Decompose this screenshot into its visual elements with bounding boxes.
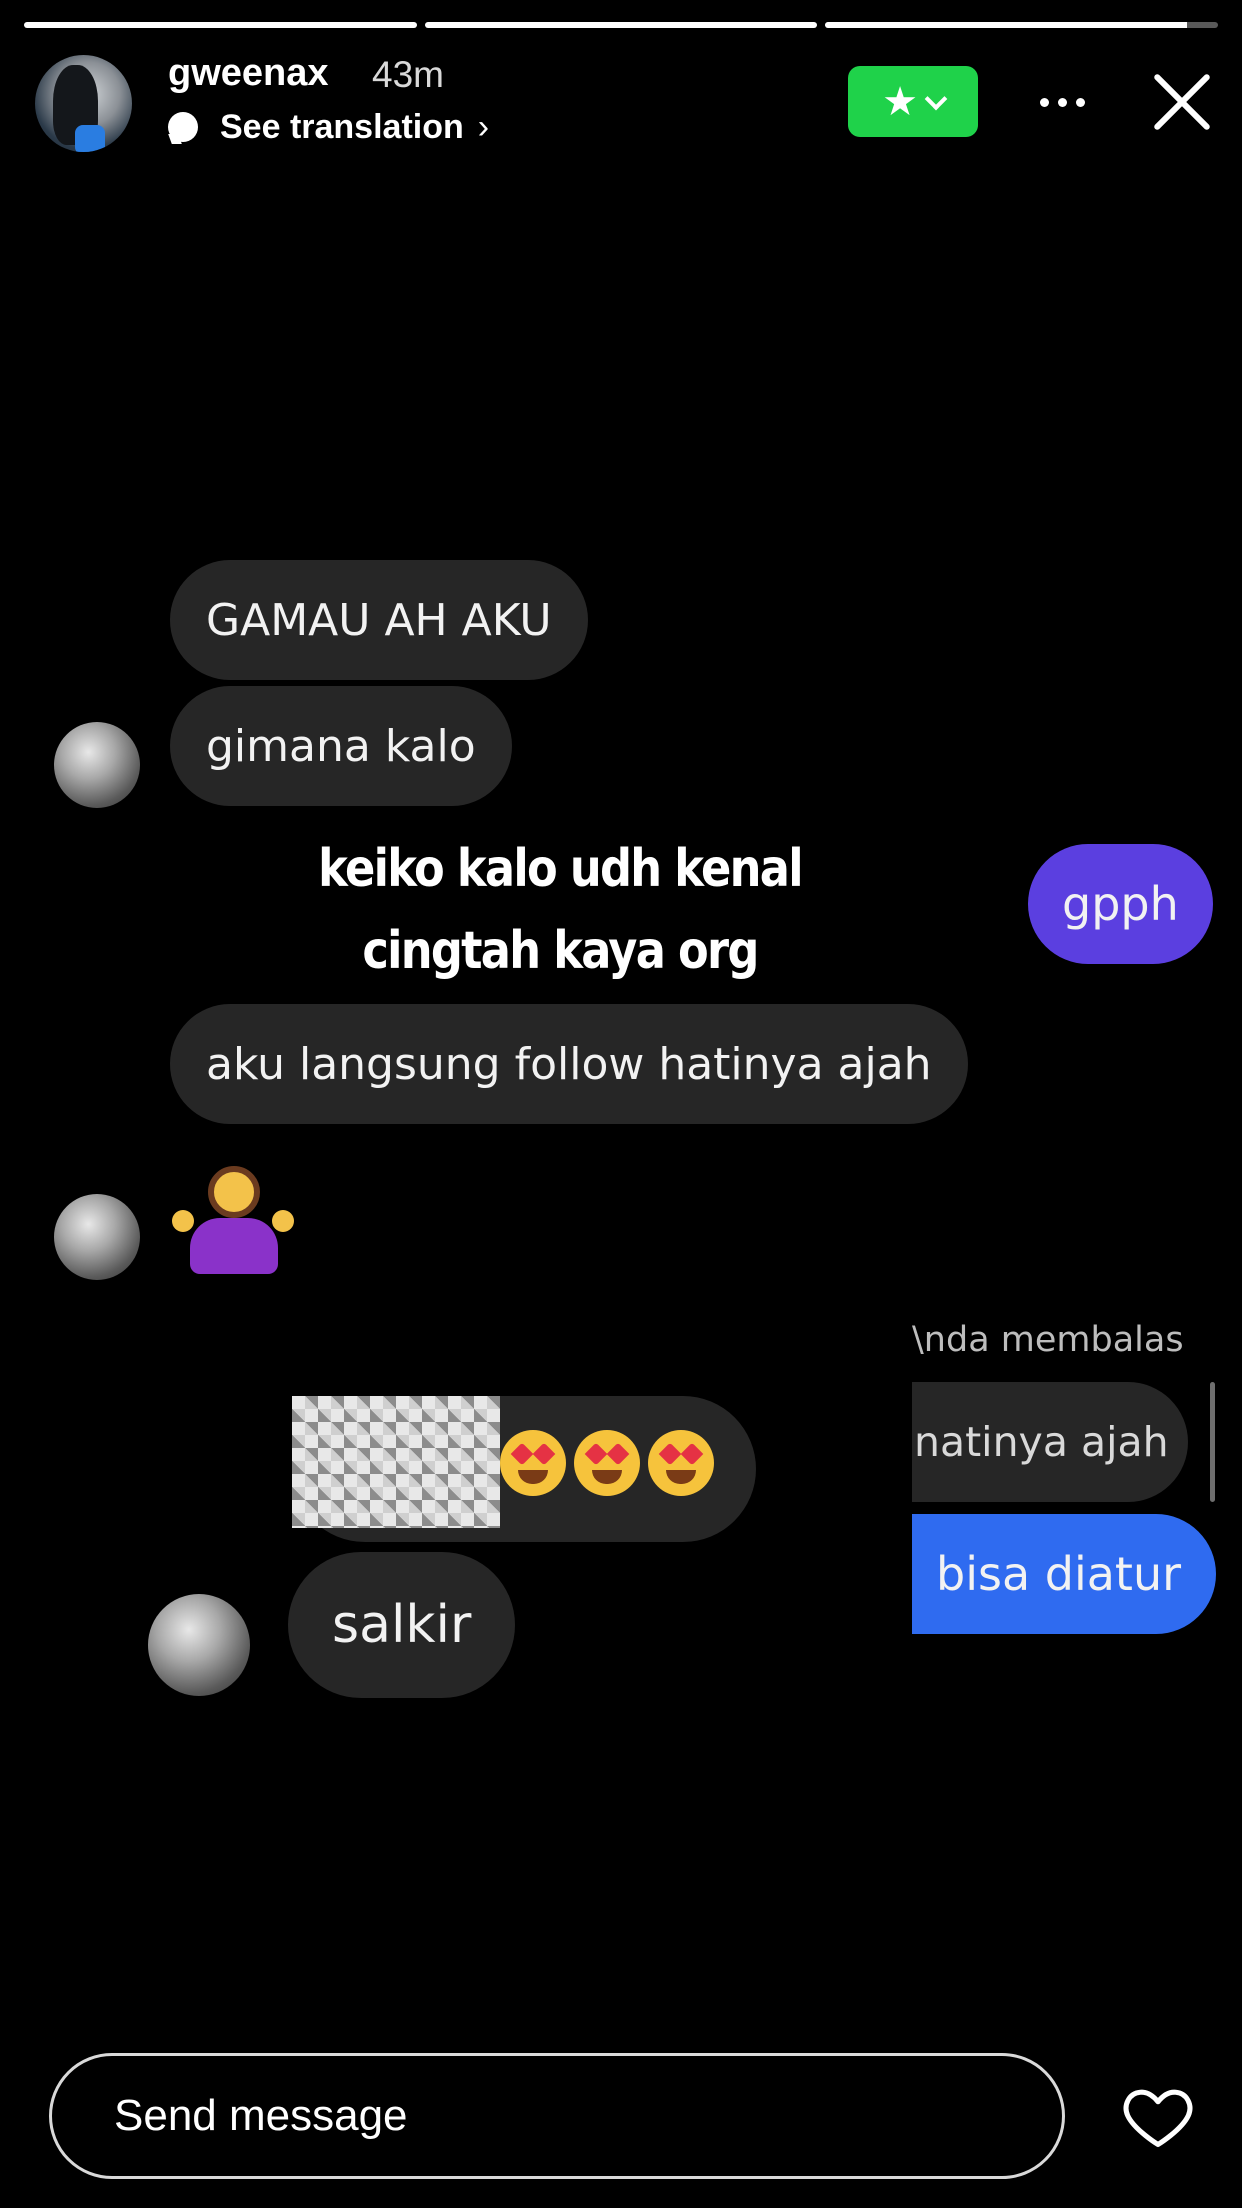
censored-image (292, 1396, 500, 1528)
chat-message: GAMAU AH AKU (170, 560, 588, 680)
chat-message-sent: gpph (1028, 844, 1213, 964)
progress-segment (24, 22, 417, 28)
story-progress (24, 22, 1219, 28)
heart-eyes-emoji (648, 1430, 714, 1496)
chat-avatar (148, 1594, 250, 1696)
star-icon: ★ (882, 79, 918, 124)
dot-icon (1057, 97, 1067, 107)
avatar[interactable] (35, 55, 132, 152)
heart-icon (1123, 2089, 1193, 2148)
story-viewer: gweenax 43m See translation › ★ GAMAU AH… (0, 0, 1242, 2208)
translate-bubble-icon (168, 112, 198, 142)
post-time: 43m (372, 54, 444, 95)
heart-eyes-emojis (500, 1430, 714, 1496)
chat-avatar (54, 1194, 140, 1280)
progress-segment (424, 22, 818, 28)
chat-message: gimana kalo (170, 686, 512, 806)
see-translation-link[interactable]: See translation › (168, 104, 489, 150)
see-translation-label: See translation (220, 107, 464, 146)
send-message-input[interactable]: Send message (49, 2053, 1065, 2179)
more-options-button[interactable] (1030, 72, 1094, 132)
chevron-right-icon: › (477, 107, 490, 146)
progress-segment (825, 22, 1219, 28)
chat-message: salkir (288, 1552, 516, 1698)
close-friends-button[interactable]: ★ (848, 66, 978, 137)
dot-icon (1075, 97, 1085, 107)
reply-indicator (1210, 1382, 1215, 1502)
reply-label: \nda membalas (912, 1320, 1184, 1360)
chat-message-sent: bisa diatur (912, 1514, 1216, 1634)
like-heart-button[interactable] (1120, 2078, 1196, 2154)
shrug-emoji (172, 1166, 294, 1276)
chevron-down-icon (924, 87, 948, 110)
username[interactable]: gweenax (168, 52, 329, 95)
reply-quote: natinya ajah (912, 1382, 1188, 1502)
send-message-placeholder: Send message (114, 2091, 408, 2140)
heart-eyes-emoji (500, 1430, 566, 1496)
dot-icon (1039, 97, 1049, 107)
close-button[interactable] (1150, 70, 1214, 134)
heart-eyes-emoji (574, 1430, 640, 1496)
chat-message: aku langsung follow hatinya ajah (170, 1004, 968, 1124)
chat-avatar (54, 722, 140, 808)
caption-line: keiko kalo udh kenal (318, 839, 803, 899)
